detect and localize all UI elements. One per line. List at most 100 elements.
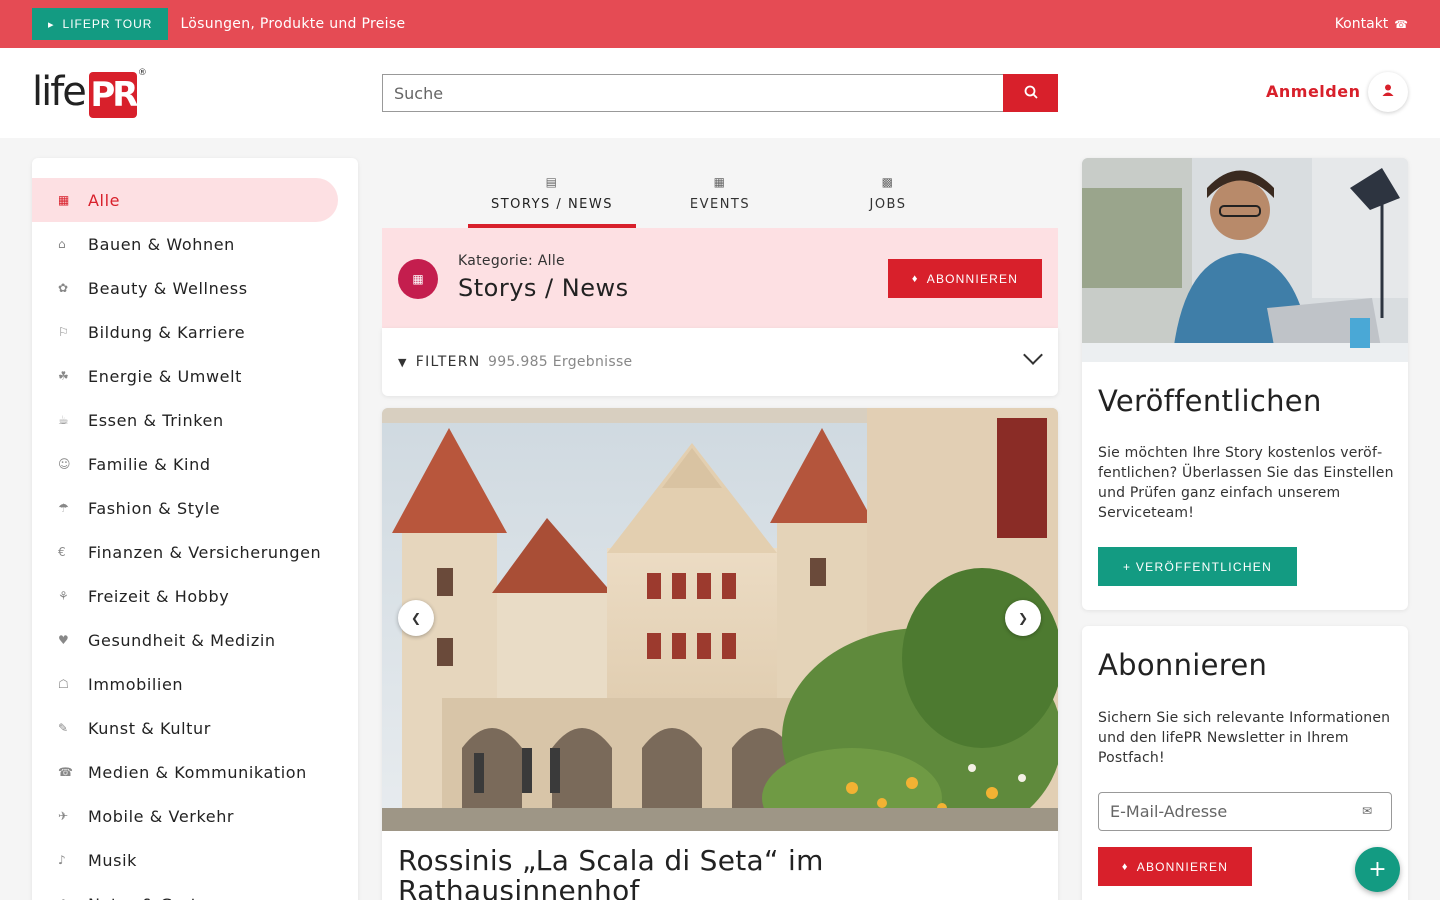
sidebar-item-gesundheit-medizin[interactable]: ♥ Gesundheit & Medizin	[32, 618, 338, 662]
sidebar-item-freizeit-hobby[interactable]: ⚘ Freizeit & Hobby	[32, 574, 338, 618]
add-fab-button[interactable]: +	[1355, 847, 1400, 892]
publish-title: Veröffentlichen	[1098, 384, 1322, 418]
logo-registered: ®	[137, 68, 147, 78]
story-image[interactable]: ❮ ❯	[382, 408, 1058, 831]
newsletter-subscribe-button[interactable]: ♦ ABONNIEREN	[1098, 847, 1252, 886]
subscribe-category-button[interactable]: ♦ ABONNIEREN	[888, 259, 1042, 298]
phone-icon: ☎	[1394, 17, 1408, 31]
lifepr-logo[interactable]: life PR ®	[32, 68, 147, 118]
category-subtitle: Kategorie: Alle	[458, 253, 565, 269]
sidebar-item-kunst-kultur[interactable]: ✎ Kunst & Kultur	[32, 706, 338, 750]
sidebar-item-fashion-style[interactable]: ☂ Fashion & Style	[32, 486, 338, 530]
coins-icon: €	[58, 545, 67, 559]
bell-icon: ♦	[1121, 860, 1129, 873]
sidebar-item-medien-kommunikation[interactable]: ☎ Medien & Kommunikation	[32, 750, 338, 794]
sidebar-item-energie-umwelt[interactable]: ☘ Energie & Umwelt	[32, 354, 338, 398]
sidebar-item-immobilien[interactable]: ☖ Immobilien	[32, 662, 338, 706]
sidebar-item-label: Fashion & Style	[88, 498, 221, 518]
sidebar-item-bauen-wohnen[interactable]: ⌂ Bauen & Wohnen	[32, 222, 338, 266]
story-card[interactable]: ❮ ❯ Rossinis „La Scala di Seta“ im Ratha…	[382, 408, 1058, 900]
logo-text: life	[32, 69, 87, 115]
map-icon: ▸	[48, 18, 55, 31]
tab-label: STORYS / NEWS	[490, 196, 613, 212]
sidebar-item-label: Bildung & Karriere	[88, 322, 246, 342]
tab-storys-news[interactable]: ▤ STORYS / NEWS	[468, 158, 636, 228]
search-input[interactable]	[382, 74, 1003, 112]
user-button[interactable]	[1368, 72, 1408, 112]
user-icon	[1381, 83, 1395, 101]
publish-text: Sie möchten Ihre Story kostenlos veröf­f…	[1098, 445, 1394, 521]
search-bar	[382, 74, 1058, 112]
sidebar-item-bildung-karriere[interactable]: ⚐ Bildung & Karriere	[32, 310, 338, 354]
sidebar-item-mobile-verkehr[interactable]: ✈ Mobile & Verkehr	[32, 794, 338, 838]
category-title: Storys / News	[458, 274, 629, 302]
car-icon: ✈	[58, 809, 69, 823]
filter-toggle[interactable]: ▼ FILTERN	[398, 354, 481, 370]
result-count: 995.985 Ergebnisse	[488, 354, 633, 370]
sidebar-item-label: Gesundheit & Medizin	[88, 630, 276, 650]
bicycle-icon: ⚘	[58, 589, 70, 603]
tab-label: JOBS	[869, 196, 907, 212]
sidebar-item-label: Alle	[88, 190, 121, 210]
sidebar-item-label: Bauen & Wohnen	[88, 234, 235, 254]
calendar-icon: ▦	[713, 174, 727, 189]
graduation-icon: ⚐	[58, 325, 70, 339]
category-header: ▦ Kategorie: Alle Storys / News ♦ ABONNI…	[382, 228, 1058, 328]
sidebar-item-essen-trinken[interactable]: ☕ Essen & Trinken	[32, 398, 338, 442]
leaf-icon: ☘	[58, 369, 70, 383]
header: life PR ® Anmelden	[0, 48, 1440, 138]
top-bar: ▸ LIFEPR TOUR Lösungen, Produkte und Pre…	[0, 0, 1440, 48]
subscribe-button-label: ABONNIEREN	[1136, 859, 1229, 874]
subscribe-text: Sichern Sie sich relevante Informatio­ne…	[1098, 710, 1391, 766]
tab-jobs[interactable]: ▩ JOBS	[804, 158, 972, 228]
chevron-down-icon[interactable]	[1023, 345, 1043, 365]
sidebar-item-label: Natur & Garten	[88, 895, 219, 900]
music-icon: ♪	[58, 853, 67, 867]
house-icon: ⌂	[58, 237, 67, 251]
kontakt-link[interactable]: Kontakt ☎	[1335, 16, 1408, 32]
search-icon	[1024, 85, 1038, 102]
sidebar-item-finanzen-versicherungen[interactable]: € Finanzen & Versicherungen	[32, 530, 338, 574]
sidebar-item-beauty-wellness[interactable]: ✿ Beauty & Wellness	[32, 266, 338, 310]
sidebar-item-familie-kind[interactable]: ☺ Familie & Kind	[32, 442, 338, 486]
shirt-icon: ☂	[58, 501, 70, 515]
kontakt-label: Kontakt	[1334, 16, 1389, 32]
sidebar-item-alle[interactable]: ▦ Alle	[32, 178, 338, 222]
sidebar-item-label: Freizeit & Hobby	[88, 586, 230, 606]
sidebar-item-label: Kunst & Kultur	[88, 718, 211, 738]
castle-courtyard-image	[382, 408, 1058, 831]
sidebar-item-label: Energie & Umwelt	[88, 366, 243, 386]
tour-label: LIFEPR TOUR	[62, 17, 153, 31]
newspaper-icon: ▤	[545, 174, 559, 189]
lifepr-tour-button[interactable]: ▸ LIFEPR TOUR	[32, 8, 169, 40]
prev-slide-button[interactable]: ❮	[398, 600, 434, 636]
login-link[interactable]: Anmelden	[1266, 82, 1360, 101]
tab-events[interactable]: ▦ EVENTS	[636, 158, 804, 228]
solutions-link[interactable]: Lösungen, Produkte und Preise	[180, 16, 405, 32]
sidebar-item-label: Mobile & Verkehr	[88, 806, 235, 826]
heart-pulse-icon: ♥	[58, 633, 70, 647]
sidebar-item-label: Immobilien	[88, 674, 184, 694]
filter-bar[interactable]: ▼ FILTERN 995.985 Ergebnisse	[382, 328, 1058, 396]
search-button[interactable]	[1003, 74, 1058, 112]
publish-image	[1082, 158, 1408, 362]
filter-label: FILTERN	[415, 354, 481, 370]
content-tabs: ▤ STORYS / NEWS ▦ EVENTS ▩ JOBS	[382, 158, 1058, 228]
grid-icon: ▦	[58, 193, 70, 207]
story-title[interactable]: Rossinis „La Scala di Seta“ im Rathausin…	[398, 846, 1038, 900]
grid-icon: ▦	[398, 259, 438, 299]
briefcase-icon: ▩	[881, 174, 895, 189]
next-slide-button[interactable]: ❯	[1005, 600, 1041, 636]
category-sidebar: ▦ Alle ⌂ Bauen & Wohnen ✿ Beauty & Wellness ⚐ B…	[32, 158, 358, 900]
publish-button[interactable]: + VERÖFFENTLICHEN	[1098, 547, 1297, 586]
sidebar-item-label: Beauty & Wellness	[88, 278, 248, 298]
sidebar-item-musik[interactable]: ♪ Musik	[32, 838, 338, 882]
email-field[interactable]	[1098, 792, 1392, 831]
envelope-icon: ✉	[1362, 804, 1373, 818]
child-icon: ☺	[58, 457, 72, 471]
sidebar-item-label: Medien & Kommunikation	[88, 762, 307, 782]
tab-label: EVENTS	[689, 196, 751, 212]
sidebar-item-natur-garten[interactable]: ♣Natur & Garten	[32, 882, 338, 900]
sidebar-item-label: Finanzen & Versicherungen	[88, 542, 322, 562]
chevron-right-icon: ❯	[1017, 611, 1029, 625]
